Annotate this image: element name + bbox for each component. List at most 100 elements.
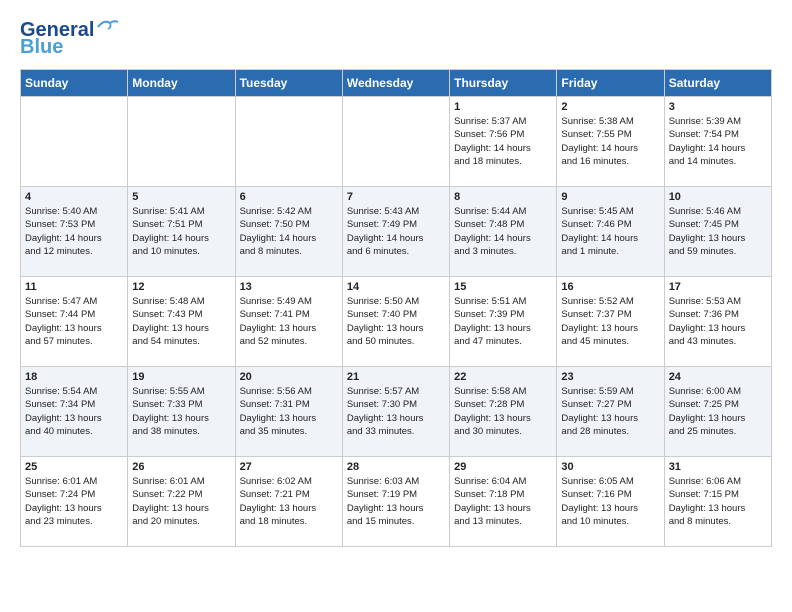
day-info: Sunrise: 5:47 AM Sunset: 7:44 PM Dayligh… <box>25 295 123 348</box>
calendar-cell: 30 Sunrise: 6:05 AM Sunset: 7:16 PM Dayli… <box>557 457 664 547</box>
day-info: Sunrise: 6:00 AM Sunset: 7:25 PM Dayligh… <box>669 385 767 438</box>
day-number: 30 <box>561 461 659 473</box>
day-number: 11 <box>25 281 123 293</box>
calendar-cell: 3Sunrise: 5:39 AM Sunset: 7:54 PM Daylig… <box>664 97 771 187</box>
day-number: 31 <box>669 461 767 473</box>
day-number: 28 <box>347 461 445 473</box>
day-number: 12 <box>132 281 230 293</box>
calendar-cell: 14 Sunrise: 5:50 AM Sunset: 7:40 PM Dayli… <box>342 277 449 367</box>
calendar-cell: 21 Sunrise: 5:57 AM Sunset: 7:30 PM Dayli… <box>342 367 449 457</box>
calendar-cell: 24 Sunrise: 6:00 AM Sunset: 7:25 PM Dayli… <box>664 367 771 457</box>
day-info: Sunrise: 5:43 AM Sunset: 7:49 PM Dayligh… <box>347 205 445 258</box>
day-info: Sunrise: 5:45 AM Sunset: 7:46 PM Dayligh… <box>561 205 659 258</box>
column-header-wednesday: Wednesday <box>342 70 449 97</box>
day-info: Sunrise: 5:37 AM Sunset: 7:56 PM Dayligh… <box>454 115 552 168</box>
day-number: 4 <box>25 191 123 203</box>
calendar-table: SundayMondayTuesdayWednesdayThursdayFrid… <box>20 69 772 547</box>
calendar-cell <box>235 97 342 187</box>
column-header-friday: Friday <box>557 70 664 97</box>
day-number: 26 <box>132 461 230 473</box>
calendar-cell: 15 Sunrise: 5:51 AM Sunset: 7:39 PM Dayli… <box>450 277 557 367</box>
calendar-cell: 31 Sunrise: 6:06 AM Sunset: 7:15 PM Dayli… <box>664 457 771 547</box>
day-number: 24 <box>669 371 767 383</box>
calendar-cell: 13Sunrise: 5:49 AM Sunset: 7:41 PM Dayli… <box>235 277 342 367</box>
day-number: 19 <box>132 371 230 383</box>
day-number: 29 <box>454 461 552 473</box>
column-header-thursday: Thursday <box>450 70 557 97</box>
calendar-cell: 4 Sunrise: 5:40 AM Sunset: 7:53 PM Daylig… <box>21 187 128 277</box>
calendar-cell: 19Sunrise: 5:55 AM Sunset: 7:33 PM Dayli… <box>128 367 235 457</box>
day-info: Sunrise: 5:39 AM Sunset: 7:54 PM Dayligh… <box>669 115 767 168</box>
day-info: Sunrise: 5:53 AM Sunset: 7:36 PM Dayligh… <box>669 295 767 348</box>
day-info: Sunrise: 6:01 AM Sunset: 7:22 PM Dayligh… <box>132 475 230 528</box>
day-number: 27 <box>240 461 338 473</box>
day-number: 10 <box>669 191 767 203</box>
calendar-cell: 29 Sunrise: 6:04 AM Sunset: 7:18 PM Dayli… <box>450 457 557 547</box>
calendar-cell: 6Sunrise: 5:42 AM Sunset: 7:50 PM Daylig… <box>235 187 342 277</box>
day-number: 2 <box>561 101 659 113</box>
logo-bird-icon <box>96 19 118 35</box>
calendar-cell: 23 Sunrise: 5:59 AM Sunset: 7:27 PM Dayli… <box>557 367 664 457</box>
day-info: Sunrise: 5:50 AM Sunset: 7:40 PM Dayligh… <box>347 295 445 348</box>
day-number: 15 <box>454 281 552 293</box>
calendar-cell: 27 Sunrise: 6:02 AM Sunset: 7:21 PM Dayli… <box>235 457 342 547</box>
day-info: Sunrise: 5:40 AM Sunset: 7:53 PM Dayligh… <box>25 205 123 258</box>
calendar-cell: 20Sunrise: 5:56 AM Sunset: 7:31 PM Dayli… <box>235 367 342 457</box>
day-info: Sunrise: 5:44 AM Sunset: 7:48 PM Dayligh… <box>454 205 552 258</box>
calendar-cell: 8 Sunrise: 5:44 AM Sunset: 7:48 PM Daylig… <box>450 187 557 277</box>
day-number: 7 <box>347 191 445 203</box>
calendar-cell: 22 Sunrise: 5:58 AM Sunset: 7:28 PM Dayli… <box>450 367 557 457</box>
day-info: Sunrise: 5:52 AM Sunset: 7:37 PM Dayligh… <box>561 295 659 348</box>
calendar-cell: 28 Sunrise: 6:03 AM Sunset: 7:19 PM Dayli… <box>342 457 449 547</box>
day-info: Sunrise: 5:59 AM Sunset: 7:27 PM Dayligh… <box>561 385 659 438</box>
day-number: 8 <box>454 191 552 203</box>
day-info: Sunrise: 6:01 AM Sunset: 7:24 PM Dayligh… <box>25 475 123 528</box>
calendar-cell <box>128 97 235 187</box>
page-header: General Blue <box>20 20 772 59</box>
day-info: Sunrise: 6:03 AM Sunset: 7:19 PM Dayligh… <box>347 475 445 528</box>
calendar-cell: 10 Sunrise: 5:46 AM Sunset: 7:45 PM Dayli… <box>664 187 771 277</box>
calendar-cell: 25 Sunrise: 6:01 AM Sunset: 7:24 PM Dayli… <box>21 457 128 547</box>
day-number: 5 <box>132 191 230 203</box>
calendar-cell: 26 Sunrise: 6:01 AM Sunset: 7:22 PM Dayli… <box>128 457 235 547</box>
day-info: Sunrise: 5:49 AM Sunset: 7:41 PM Dayligh… <box>240 295 338 348</box>
calendar-cell <box>21 97 128 187</box>
day-info: Sunrise: 6:06 AM Sunset: 7:15 PM Dayligh… <box>669 475 767 528</box>
day-info: Sunrise: 6:02 AM Sunset: 7:21 PM Dayligh… <box>240 475 338 528</box>
day-number: 9 <box>561 191 659 203</box>
day-number: 25 <box>25 461 123 473</box>
day-number: 1 <box>454 101 552 113</box>
calendar-cell <box>342 97 449 187</box>
day-number: 14 <box>347 281 445 293</box>
calendar-cell: 12Sunrise: 5:48 AM Sunset: 7:43 PM Dayli… <box>128 277 235 367</box>
logo-blue-text: Blue <box>20 36 63 59</box>
day-number: 23 <box>561 371 659 383</box>
day-number: 18 <box>25 371 123 383</box>
day-info: Sunrise: 5:58 AM Sunset: 7:28 PM Dayligh… <box>454 385 552 438</box>
week-row-1: 1 Sunrise: 5:37 AM Sunset: 7:56 PM Daylig… <box>21 97 772 187</box>
logo: General Blue <box>20 20 118 59</box>
day-info: Sunrise: 6:04 AM Sunset: 7:18 PM Dayligh… <box>454 475 552 528</box>
calendar-cell: 2 Sunrise: 5:38 AM Sunset: 7:55 PM Daylig… <box>557 97 664 187</box>
column-header-saturday: Saturday <box>664 70 771 97</box>
calendar-cell: 11 Sunrise: 5:47 AM Sunset: 7:44 PM Dayli… <box>21 277 128 367</box>
day-number: 22 <box>454 371 552 383</box>
week-row-2: 4 Sunrise: 5:40 AM Sunset: 7:53 PM Daylig… <box>21 187 772 277</box>
column-header-monday: Monday <box>128 70 235 97</box>
column-header-sunday: Sunday <box>21 70 128 97</box>
calendar-cell: 17 Sunrise: 5:53 AM Sunset: 7:36 PM Dayli… <box>664 277 771 367</box>
day-info: Sunrise: 5:46 AM Sunset: 7:45 PM Dayligh… <box>669 205 767 258</box>
day-info: Sunrise: 6:05 AM Sunset: 7:16 PM Dayligh… <box>561 475 659 528</box>
day-number: 21 <box>347 371 445 383</box>
day-number: 16 <box>561 281 659 293</box>
day-info: Sunrise: 5:38 AM Sunset: 7:55 PM Dayligh… <box>561 115 659 168</box>
day-info: Sunrise: 5:41 AM Sunset: 7:51 PM Dayligh… <box>132 205 230 258</box>
calendar-cell: 1 Sunrise: 5:37 AM Sunset: 7:56 PM Daylig… <box>450 97 557 187</box>
day-number: 20 <box>240 371 338 383</box>
day-number: 17 <box>669 281 767 293</box>
calendar-cell: 16 Sunrise: 5:52 AM Sunset: 7:37 PM Dayli… <box>557 277 664 367</box>
day-info: Sunrise: 5:51 AM Sunset: 7:39 PM Dayligh… <box>454 295 552 348</box>
day-number: 6 <box>240 191 338 203</box>
day-info: Sunrise: 5:57 AM Sunset: 7:30 PM Dayligh… <box>347 385 445 438</box>
week-row-5: 25 Sunrise: 6:01 AM Sunset: 7:24 PM Dayli… <box>21 457 772 547</box>
